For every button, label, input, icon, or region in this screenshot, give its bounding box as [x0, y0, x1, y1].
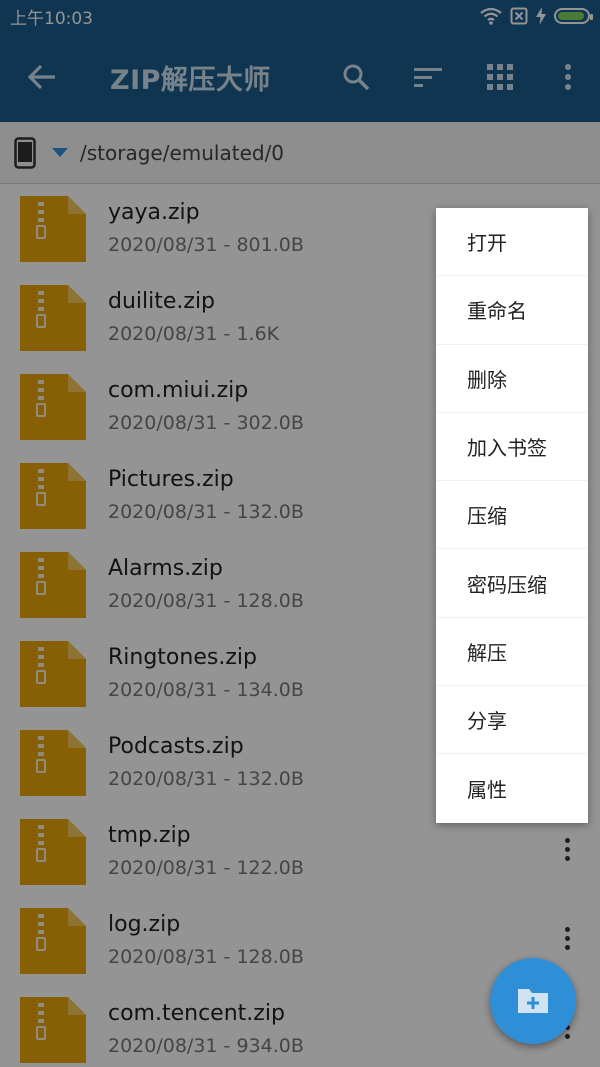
menu-item-share[interactable]: 分享 — [436, 686, 588, 755]
menu-item-open[interactable]: 打开 — [436, 208, 588, 277]
menu-item-delete[interactable]: 删除 — [436, 345, 588, 413]
context-menu: 打开 重命名 删除 加入书签 压缩 密码压缩 解压 分享 属性 — [436, 208, 588, 823]
add-folder-icon — [518, 989, 548, 1013]
menu-item-compress[interactable]: 压缩 — [436, 481, 588, 550]
new-folder-fab[interactable] — [490, 958, 576, 1044]
menu-item-rename[interactable]: 重命名 — [436, 276, 588, 345]
menu-item-properties[interactable]: 属性 — [436, 754, 588, 822]
menu-item-bookmark[interactable]: 加入书签 — [436, 413, 588, 482]
menu-item-extract[interactable]: 解压 — [436, 618, 588, 687]
menu-item-password-compress[interactable]: 密码压缩 — [436, 549, 588, 618]
